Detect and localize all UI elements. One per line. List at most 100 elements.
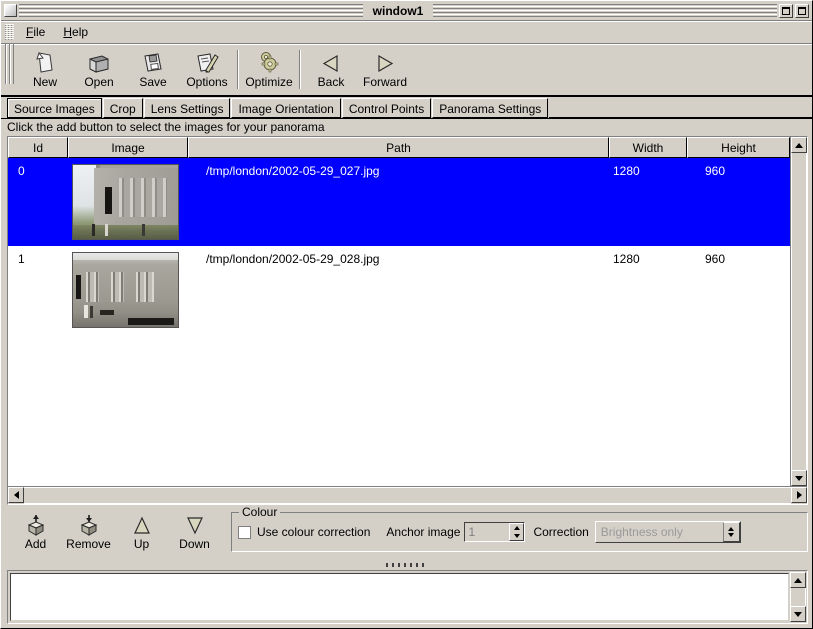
tab-image-orientation[interactable]: Image Orientation xyxy=(231,98,340,118)
back-triangle-icon xyxy=(318,50,344,75)
new-document-icon xyxy=(32,50,58,75)
tab-control-points[interactable]: Control Points xyxy=(342,98,431,118)
toolbar-button-open-label: Open xyxy=(84,76,113,89)
log-vertical-scrollbar[interactable] xyxy=(790,572,806,622)
table-header-row: Id Image Path Width Height xyxy=(8,137,790,158)
forward-triangle-icon xyxy=(372,50,398,75)
colour-group-legend: Colour xyxy=(239,505,280,519)
chevron-down-icon xyxy=(794,612,802,617)
tab-bar: Source Images Crop Lens Settings Image O… xyxy=(1,97,812,119)
tab-image-orientation-label: Image Orientation xyxy=(238,102,333,116)
panel-splitter[interactable] xyxy=(1,559,812,570)
source-images-grid: Id Image Path Width Height 0 xyxy=(8,137,791,486)
cell-path: /tmp/london/2002-05-29_028.jpg xyxy=(188,246,609,266)
anchor-image-label: Anchor image xyxy=(386,525,460,539)
remove-button[interactable]: Remove xyxy=(62,513,115,551)
log-scroll-down-button[interactable] xyxy=(790,606,806,622)
toolbar-drag-handle[interactable] xyxy=(5,44,14,84)
scroll-left-button[interactable] xyxy=(8,487,24,503)
toolbar-button-forward[interactable]: Forward xyxy=(358,44,412,95)
maximize-icon[interactable] xyxy=(795,4,809,18)
anchor-image-increment[interactable] xyxy=(510,524,523,532)
menu-item-help[interactable]: Help xyxy=(54,23,97,41)
column-header-path[interactable]: Path xyxy=(188,137,609,158)
optimize-gears-icon xyxy=(256,50,282,75)
tab-panorama-settings-label: Panorama Settings xyxy=(439,102,541,116)
menu-item-help-label: elp xyxy=(72,25,88,39)
vertical-scroll-track[interactable] xyxy=(791,153,807,470)
anchor-image-stepper-buttons[interactable] xyxy=(509,523,524,541)
splitter-grip[interactable] xyxy=(386,563,428,567)
move-down-button-label: Down xyxy=(179,537,210,551)
column-header-height[interactable]: Height xyxy=(687,137,790,158)
tab-crop[interactable]: Crop xyxy=(103,98,143,118)
scroll-right-button[interactable] xyxy=(791,487,807,503)
window-buttons xyxy=(779,4,809,18)
chevron-down-icon xyxy=(514,534,520,538)
chevron-up-icon xyxy=(728,527,734,531)
anchor-image-decrement[interactable] xyxy=(510,532,523,540)
main-toolbar: New Open Save xyxy=(1,44,812,97)
correction-dropdown-button[interactable] xyxy=(723,522,740,542)
table-row[interactable]: 1 /tmp/london/2002-05-29_028.jpg 12 xyxy=(8,246,790,334)
source-images-list-body: Id Image Path Width Height 0 xyxy=(8,137,807,486)
log-scroll-up-button[interactable] xyxy=(790,572,806,588)
toolbar-button-new[interactable]: New xyxy=(18,44,72,95)
toolbar-button-new-label: New xyxy=(33,76,57,89)
tab-crop-label: Crop xyxy=(110,102,136,116)
anchor-image-value[interactable]: 1 xyxy=(465,523,509,541)
add-button[interactable]: Add xyxy=(9,513,62,551)
toolbar-button-options-label: Options xyxy=(186,76,227,89)
correction-select[interactable]: Brightness only xyxy=(595,521,741,543)
save-floppy-icon xyxy=(140,50,166,75)
use-colour-correction-checkbox[interactable] xyxy=(238,526,251,539)
cell-thumbnail xyxy=(68,158,188,240)
table-row[interactable]: 0 /tmp/london/2002-05-29_027.jpg 1280 96… xyxy=(8,158,790,246)
move-up-triangle-icon xyxy=(130,513,154,537)
menubar-drag-handle[interactable] xyxy=(5,24,14,40)
list-horizontal-scrollbar[interactable] xyxy=(8,486,807,504)
scroll-down-button[interactable] xyxy=(791,470,807,486)
move-down-button[interactable]: Down xyxy=(168,513,221,551)
move-up-button[interactable]: Up xyxy=(115,513,168,551)
log-text-area[interactable] xyxy=(10,573,789,621)
app-icon[interactable] xyxy=(4,4,17,17)
cell-thumbnail xyxy=(68,246,188,328)
window-title: window1 xyxy=(365,4,432,18)
toolbar-button-optimize[interactable]: Optimize xyxy=(242,44,296,95)
cell-width: 1280 xyxy=(609,158,687,178)
tab-source-images[interactable]: Source Images xyxy=(7,98,102,118)
tab-lens-settings[interactable]: Lens Settings xyxy=(144,98,231,118)
list-vertical-scrollbar[interactable] xyxy=(791,137,807,486)
chevron-right-icon xyxy=(797,491,802,499)
column-header-id[interactable]: Id xyxy=(8,137,68,158)
cell-id: 1 xyxy=(8,246,68,266)
toolbar-button-options[interactable]: Options xyxy=(180,44,234,95)
column-header-image[interactable]: Image xyxy=(68,137,188,158)
scroll-up-button[interactable] xyxy=(791,137,807,153)
cell-height: 960 xyxy=(687,158,790,178)
toolbar-button-save[interactable]: Save xyxy=(126,44,180,95)
tab-panorama-settings[interactable]: Panorama Settings xyxy=(432,98,548,118)
options-pencil-icon xyxy=(193,50,221,75)
table-rows: 0 /tmp/london/2002-05-29_027.jpg 1280 96… xyxy=(8,158,790,486)
cell-width: 1280 xyxy=(609,246,687,266)
open-folder-icon xyxy=(86,50,112,75)
toolbar-button-forward-label: Forward xyxy=(363,76,407,89)
application-window: window1 File Help New xyxy=(0,0,813,629)
toolbar-button-back[interactable]: Back xyxy=(304,44,358,95)
colour-group: Colour Use colour correction Anchor imag… xyxy=(231,512,808,552)
restore-icon[interactable] xyxy=(779,4,793,18)
column-header-width[interactable]: Width xyxy=(609,137,687,158)
horizontal-scroll-track[interactable] xyxy=(24,487,791,504)
chevron-down-icon xyxy=(795,476,803,481)
log-scroll-track[interactable] xyxy=(790,588,806,606)
add-button-label: Add xyxy=(25,537,46,551)
chevron-up-icon xyxy=(795,143,803,148)
toolbar-button-save-label: Save xyxy=(139,76,166,89)
toolbar-button-open[interactable]: Open xyxy=(72,44,126,95)
menu-item-file[interactable]: File xyxy=(17,23,54,41)
chevron-left-icon xyxy=(14,491,19,499)
toolbar-separator-2 xyxy=(299,50,301,89)
anchor-image-stepper[interactable]: 1 xyxy=(464,522,525,542)
